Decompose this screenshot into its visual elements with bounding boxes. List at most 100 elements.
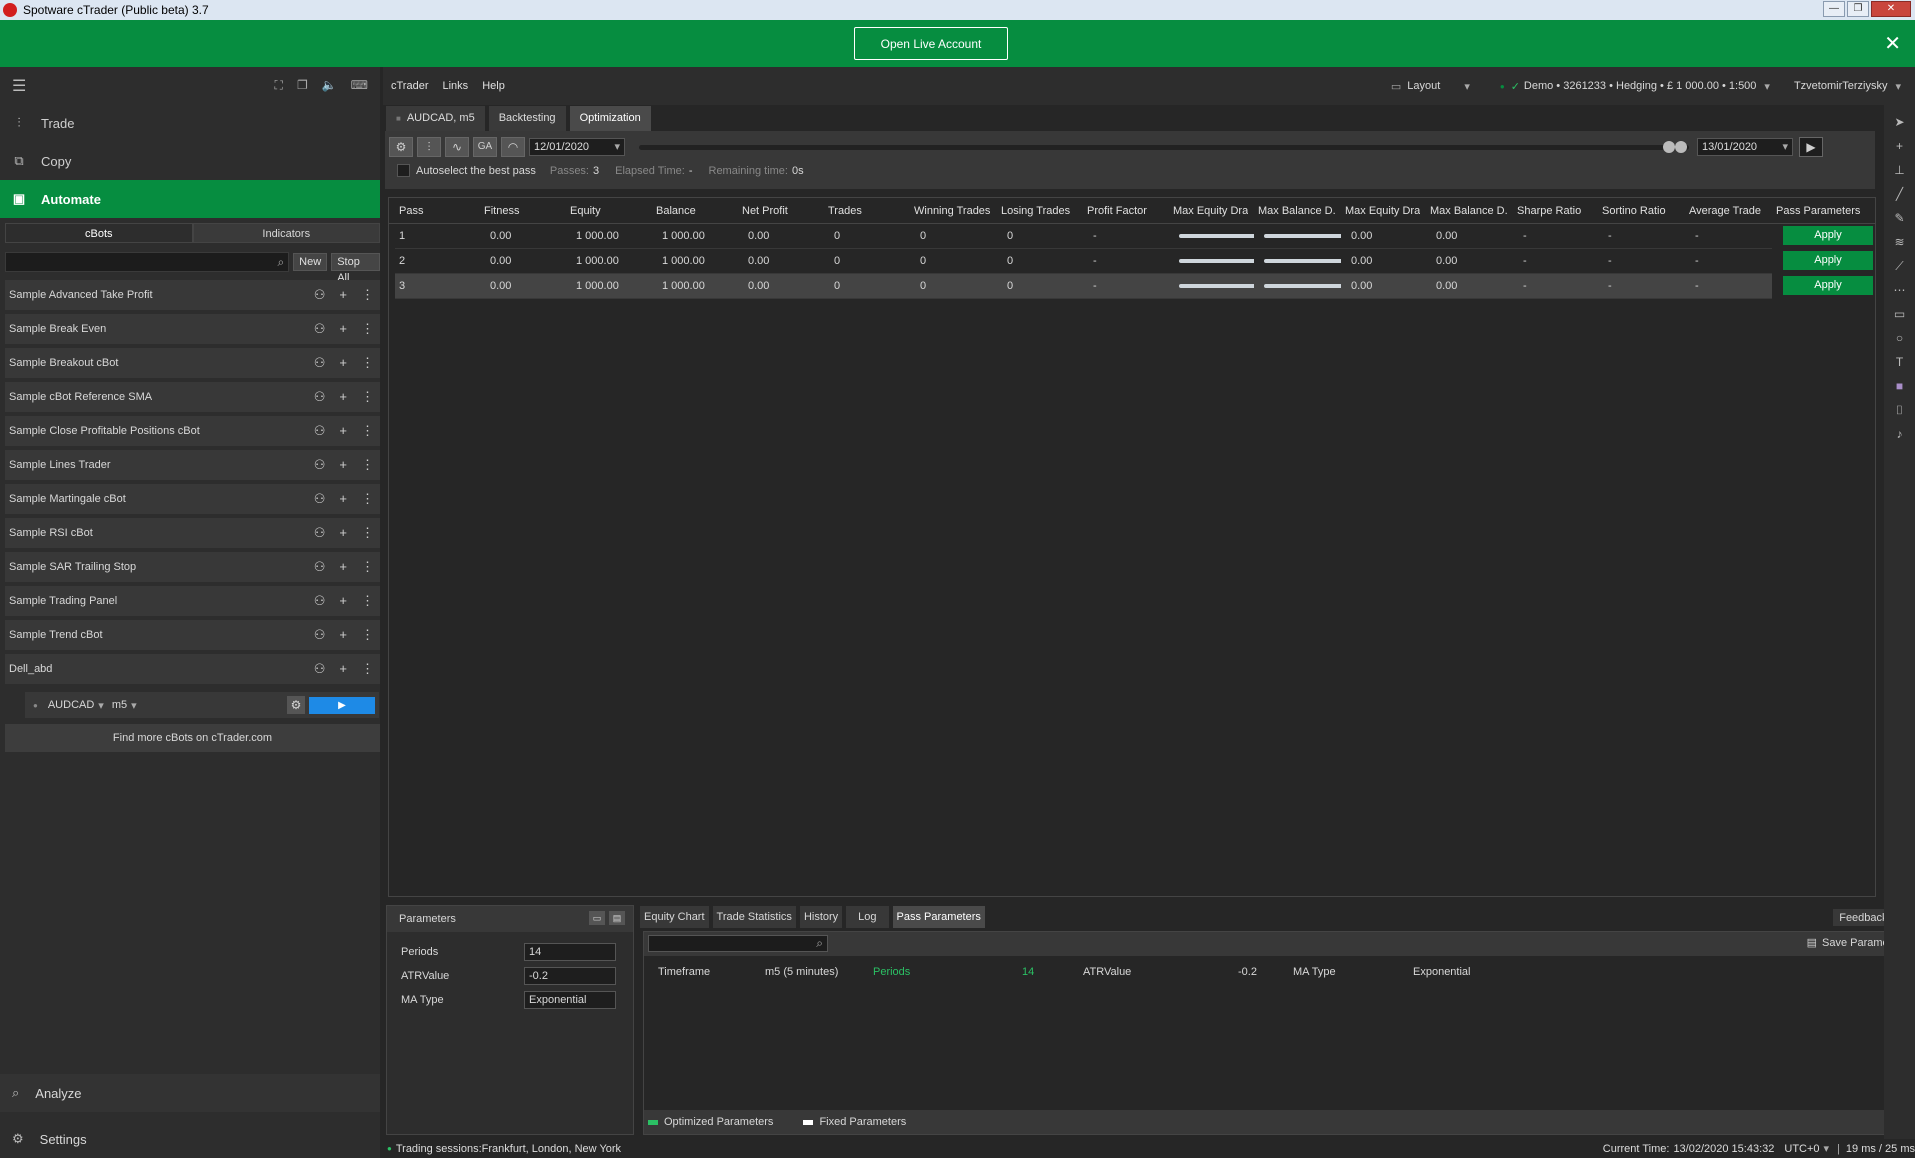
- measure-icon[interactable]: ⊥: [1884, 163, 1915, 187]
- column-header[interactable]: Sortino Ratio: [1592, 205, 1679, 217]
- settings-icon[interactable]: ⚙: [389, 137, 413, 157]
- crosshair-icon[interactable]: +: [1884, 139, 1915, 163]
- nav-analyze[interactable]: ⌕ Analyze: [0, 1074, 380, 1112]
- maximize-button[interactable]: ❐: [1847, 1, 1869, 17]
- cbot-instance-row[interactable]: ● AUDCAD ▾ m5 ▾ ⚙ ▶: [25, 692, 379, 718]
- column-header[interactable]: Sharpe Ratio: [1507, 205, 1592, 217]
- pass-params-search-input[interactable]: ⌕: [648, 935, 828, 952]
- column-header[interactable]: Max Equity Dra...: [1163, 205, 1248, 217]
- column-header[interactable]: Max Balance D...: [1420, 205, 1507, 217]
- nav-settings[interactable]: ⚙ Settings: [0, 1120, 380, 1158]
- list-item[interactable]: Sample Breakout cBot ⚇ + ⋮: [5, 348, 380, 378]
- menu-ctrader[interactable]: cTrader: [391, 80, 429, 92]
- column-header[interactable]: Pass: [389, 205, 474, 217]
- add-instance-icon[interactable]: +: [339, 661, 347, 677]
- add-instance-icon[interactable]: +: [339, 287, 347, 303]
- add-instance-icon[interactable]: +: [339, 389, 347, 405]
- instances-icon[interactable]: ⚇: [314, 389, 326, 405]
- column-header[interactable]: Average Trade: [1679, 205, 1766, 217]
- tab-log[interactable]: Log: [846, 906, 889, 928]
- column-header[interactable]: Max Balance D...: [1248, 205, 1335, 217]
- gear-icon[interactable]: ⚙: [287, 696, 305, 714]
- grid-icon[interactable]: ⋯: [1884, 283, 1915, 307]
- column-header[interactable]: Winning Trades: [904, 205, 991, 217]
- rectangle-icon[interactable]: ▭: [1884, 307, 1915, 331]
- list-item[interactable]: Sample Lines Trader ⚇ + ⋮: [5, 450, 380, 480]
- close-banner-icon[interactable]: ✕: [1884, 31, 1901, 56]
- detach-icon[interactable]: ❐: [297, 78, 308, 93]
- column-header[interactable]: Max Equity Dra...: [1335, 205, 1420, 217]
- instances-icon[interactable]: ⚇: [314, 355, 326, 371]
- tab-trade-statistics[interactable]: Trade Statistics: [712, 906, 796, 928]
- list-item[interactable]: Sample Break Even ⚇ + ⋮: [5, 314, 380, 344]
- chart-icon[interactable]: ∿: [445, 137, 469, 157]
- add-instance-icon[interactable]: +: [339, 559, 347, 575]
- periods-input[interactable]: 14: [524, 943, 616, 961]
- tab-backtesting[interactable]: Backtesting: [488, 105, 566, 131]
- minimize-button[interactable]: —: [1823, 1, 1845, 17]
- list-item[interactable]: Sample RSI cBot ⚇ + ⋮: [5, 518, 380, 548]
- cbot-search-input[interactable]: ⌕: [5, 252, 290, 272]
- table-row[interactable]: 1 0.00 1 000.00 1 000.00 0.00 0 0 0 - 0.00 0.00 - - -: [395, 224, 1772, 249]
- color-swatch-icon[interactable]: ■: [1884, 379, 1915, 403]
- more-icon[interactable]: ⋮: [361, 661, 374, 677]
- list-item[interactable]: Sample Advanced Take Profit ⚇ + ⋮: [5, 280, 380, 310]
- parameters-icon[interactable]: ⫶: [417, 137, 441, 157]
- instances-icon[interactable]: ⚇: [314, 593, 326, 609]
- fib-icon[interactable]: ≋: [1884, 235, 1915, 259]
- menu-links[interactable]: Links: [443, 80, 469, 92]
- text-icon[interactable]: T: [1884, 355, 1915, 379]
- list-item[interactable]: Sample Trend cBot ⚇ + ⋮: [5, 620, 380, 650]
- end-date-picker[interactable]: 13/01/2020: [1697, 138, 1793, 156]
- cursor-icon[interactable]: ➤: [1884, 115, 1915, 139]
- column-header[interactable]: Losing Trades: [991, 205, 1077, 217]
- pencil-icon[interactable]: ✎: [1884, 211, 1915, 235]
- add-instance-icon[interactable]: +: [339, 491, 347, 507]
- genetic-algorithm-button[interactable]: GA: [473, 137, 497, 157]
- bell-icon[interactable]: ♪: [1884, 427, 1915, 451]
- tab-pass-parameters[interactable]: Pass Parameters: [892, 906, 985, 928]
- atrvalue-input[interactable]: -0.2: [524, 967, 616, 985]
- column-header[interactable]: Profit Factor: [1077, 205, 1163, 217]
- instances-icon[interactable]: ⚇: [314, 559, 326, 575]
- nav-automate[interactable]: ▣ Automate: [0, 180, 380, 218]
- column-header[interactable]: Net Profit: [732, 205, 818, 217]
- start-optimization-button[interactable]: ▶: [1799, 137, 1823, 157]
- more-icon[interactable]: ⋮: [361, 457, 374, 473]
- menu-help[interactable]: Help: [482, 80, 505, 92]
- mute-icon[interactable]: 🔈: [322, 78, 337, 93]
- table-row[interactable]: 2 0.00 1 000.00 1 000.00 0.00 0 0 0 - 0.00 0.00 - - -: [395, 249, 1772, 274]
- ma-type-select[interactable]: Exponential: [524, 991, 616, 1009]
- list-item[interactable]: Sample Close Profitable Positions cBot ⚇ +…: [5, 416, 380, 446]
- instances-icon[interactable]: ⚇: [314, 491, 326, 507]
- more-icon[interactable]: ⋮: [361, 321, 374, 337]
- instance-symbol-select[interactable]: AUDCAD: [48, 699, 94, 711]
- layout-menu[interactable]: Layout: [1407, 80, 1440, 92]
- add-instance-icon[interactable]: +: [339, 525, 347, 541]
- more-icon[interactable]: ⋮: [361, 423, 374, 439]
- save-icon[interactable]: ▤: [609, 911, 625, 925]
- start-cbot-button[interactable]: ▶: [309, 696, 375, 714]
- table-row[interactable]: 3 0.00 1 000.00 1 000.00 0.00 0 0 0 - 0.00 0.00 - - -: [395, 274, 1772, 299]
- more-icon[interactable]: ⋮: [361, 287, 374, 303]
- tab-indicators[interactable]: Indicators: [192, 223, 380, 243]
- camera-icon[interactable]: ⌷: [1884, 403, 1915, 427]
- tab-chart[interactable]: ■ AUDCAD, m5: [386, 105, 485, 131]
- column-header[interactable]: Pass Parameters: [1766, 205, 1861, 217]
- more-icon[interactable]: ⋮: [361, 593, 374, 609]
- account-selector[interactable]: Demo • 3261233 • Hedging • £ 1 000.00 • …: [1524, 80, 1757, 92]
- tab-equity-chart[interactable]: Equity Chart: [640, 906, 709, 928]
- instances-icon[interactable]: ⚇: [314, 627, 326, 643]
- user-menu[interactable]: TzvetomirTerziysky: [1794, 80, 1888, 92]
- stop-all-button[interactable]: Stop All: [331, 253, 380, 284]
- nav-trade[interactable]: ⫶ Trade: [0, 104, 380, 142]
- apply-button[interactable]: Apply: [1783, 276, 1873, 295]
- column-header[interactable]: Trades: [818, 205, 904, 217]
- find-more-cbots-link[interactable]: Find more cBots on cTrader.com: [5, 724, 380, 752]
- add-instance-icon[interactable]: +: [339, 627, 347, 643]
- instances-icon[interactable]: ⚇: [314, 287, 326, 303]
- apply-button[interactable]: Apply: [1783, 251, 1873, 270]
- line-icon[interactable]: ╱: [1884, 187, 1915, 211]
- more-icon[interactable]: ⋮: [361, 389, 374, 405]
- list-item[interactable]: Dell_abd ⚇ + ⋮: [5, 654, 380, 684]
